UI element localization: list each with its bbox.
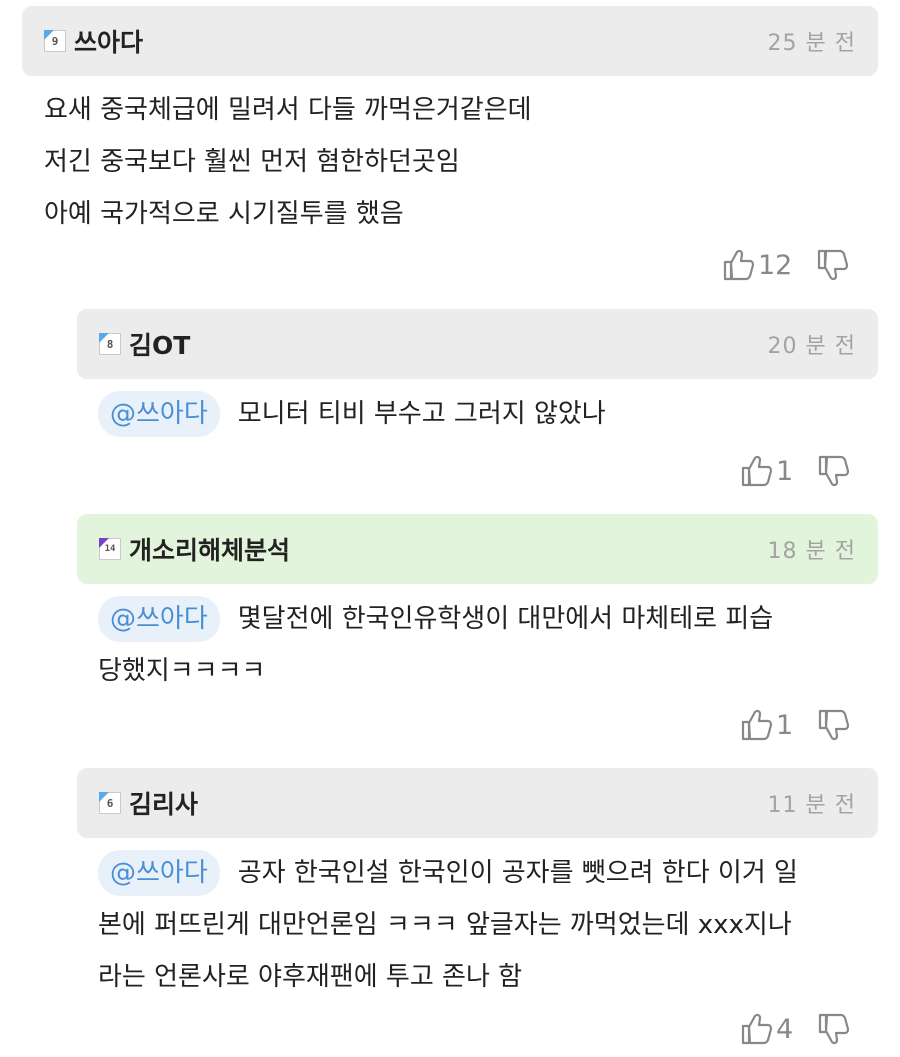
mention-tag[interactable]: @쓰아다 [98, 850, 220, 896]
nickname[interactable]: 개소리해체분석 [129, 531, 290, 567]
comment-body: 요새 중국체급에 밀려서 다들 까먹은거같은데 저긴 중국보다 훨씬 먼저 혐한… [44, 84, 532, 240]
nickname[interactable]: 김OT [129, 326, 190, 362]
reply-header: 8 김OT 20 분 전 [77, 309, 878, 379]
reply-body: @쓰아다 몇달전에 한국인유학생이 대만에서 마체테로 피습 당했지ㅋㅋㅋㅋ [98, 593, 773, 697]
comment-line: @쓰아다 몇달전에 한국인유학생이 대만에서 마체테로 피습 [98, 593, 773, 645]
timestamp: 20 분 전 [767, 334, 856, 359]
thumbs-up-icon[interactable] [722, 248, 754, 282]
nickname[interactable]: 김리사 [129, 785, 198, 821]
comment-line: 본에 퍼뜨린게 대만언론임 ㅋㅋㅋ 앞글자는 까먹었는데 xxx지나 [98, 910, 792, 940]
nickname[interactable]: 쓰아다 [74, 23, 143, 59]
vote-bar: 1 [740, 708, 850, 742]
vote-bar: 1 [740, 454, 850, 488]
like-count: 12 [758, 249, 793, 281]
comment-line: 라는 언론사로 야후재팬에 투고 존나 함 [98, 962, 523, 992]
mention-tag[interactable]: @쓰아다 [98, 391, 220, 437]
thumbs-down-icon[interactable] [817, 1012, 850, 1046]
like-count: 4 [776, 1013, 794, 1045]
reply-body: @쓰아다 모니터 티비 부수고 그러지 않았나 [98, 388, 606, 440]
thumbs-up-icon[interactable] [740, 454, 772, 488]
comment-line: 아예 국가적으로 시기질투를 했음 [44, 199, 404, 229]
vote-bar: 12 [722, 248, 849, 282]
level-badge-icon: 6 [99, 792, 121, 814]
thumbs-down-icon[interactable] [817, 454, 850, 488]
comment-line: @쓰아다 공자 한국인설 한국인이 공자를 뺏으려 한다 이거 일 [98, 847, 798, 899]
comment-line: 저긴 중국보다 훨씬 먼저 혐한하던곳임 [44, 147, 460, 177]
thumbs-up-icon[interactable] [740, 708, 772, 742]
vote-bar: 4 [740, 1012, 850, 1046]
level-badge-icon: 14 [99, 538, 121, 560]
timestamp: 25 분 전 [767, 31, 856, 56]
level-badge-icon: 8 [99, 333, 121, 355]
timestamp: 18 분 전 [767, 539, 856, 564]
mention-tag[interactable]: @쓰아다 [98, 596, 220, 642]
thumbs-up-icon[interactable] [740, 1012, 772, 1046]
comment-line: @쓰아다 모니터 티비 부수고 그러지 않았나 [98, 388, 606, 440]
thumbs-down-icon[interactable] [817, 708, 850, 742]
comment-header: 9 쓰아다 25 분 전 [22, 6, 878, 76]
reply-header: 14 개소리해체분석 18 분 전 [77, 514, 878, 584]
reply-body: @쓰아다 공자 한국인설 한국인이 공자를 뺏으려 한다 이거 일 본에 퍼뜨린게… [98, 847, 798, 1003]
level-badge-icon: 9 [44, 30, 66, 52]
like-count: 1 [776, 455, 794, 487]
thumbs-down-icon[interactable] [816, 248, 849, 282]
comment-line: 당했지ㅋㅋㅋㅋ [98, 656, 266, 686]
like-count: 1 [776, 709, 794, 741]
timestamp: 11 분 전 [767, 793, 856, 818]
reply-header: 6 김리사 11 분 전 [77, 768, 878, 838]
comment-line: 요새 중국체급에 밀려서 다들 까먹은거같은데 [44, 95, 532, 125]
